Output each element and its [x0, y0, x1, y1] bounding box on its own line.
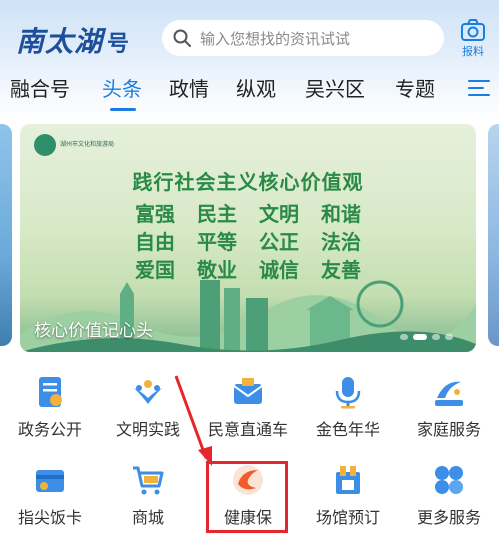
- highlight-box-annotation: [206, 461, 288, 533]
- value-word: 法治: [321, 230, 361, 254]
- active-tab-underline: [110, 108, 136, 111]
- value-word: 民主: [197, 202, 237, 226]
- service-golden-years[interactable]: 金色年华: [298, 374, 398, 440]
- value-word: 文明: [259, 202, 299, 226]
- banner-carousel[interactable]: 湖州市文化和旅游局 践行社会主义核心价值观 富强 民主 文明 和谐 自由 平等 …: [20, 124, 476, 352]
- banner-values-row-1: 富强 民主 文明 和谐: [20, 198, 476, 227]
- tab-headlines[interactable]: 头条: [102, 72, 142, 106]
- banner-org-name: 湖州市文化和旅游局: [60, 141, 115, 148]
- service-more[interactable]: 更多服务: [399, 462, 499, 528]
- search-bar[interactable]: 输入您想找的资讯试试: [162, 20, 444, 56]
- service-label: 商城: [131, 508, 164, 527]
- logo-sub-text: 号: [107, 31, 130, 57]
- value-word: 平等: [197, 230, 237, 254]
- banner-org: 湖州市文化和旅游局: [34, 134, 114, 156]
- service-venue-booking[interactable]: 场馆预订: [298, 462, 398, 528]
- service-label: 政务公开: [17, 420, 82, 439]
- shopping-cart-icon: [133, 466, 164, 495]
- carousel-dot: [400, 334, 408, 340]
- microphone-icon: [335, 377, 361, 409]
- service-label: 更多服务: [416, 508, 481, 527]
- tab-politics[interactable]: 政情: [169, 72, 209, 106]
- service-label: 家庭服务: [416, 420, 481, 439]
- more-services-icon: [435, 466, 463, 494]
- report-label: 报料: [462, 45, 484, 58]
- tab-fusion[interactable]: 融合号: [10, 72, 70, 106]
- value-word: 自由: [135, 230, 175, 254]
- tab-wuxing[interactable]: 吴兴区: [305, 72, 365, 106]
- value-word: 公正: [259, 230, 299, 254]
- envelope-icon: [233, 378, 263, 404]
- tab-overview[interactable]: 纵观: [236, 72, 276, 106]
- banner-title: 践行社会主义核心价值观: [132, 170, 364, 194]
- camera-icon: [461, 19, 485, 41]
- service-label: 指尖饭卡: [17, 508, 82, 527]
- search-placeholder: 输入您想找的资讯试试: [200, 29, 351, 48]
- next-slide-peek[interactable]: [488, 124, 499, 346]
- service-meal-card[interactable]: 指尖饭卡: [0, 462, 100, 528]
- service-label: 场馆预订: [315, 508, 380, 527]
- service-family[interactable]: 家庭服务: [399, 374, 499, 440]
- meal-card-icon: [36, 470, 64, 492]
- banner-caption: 核心价值记心头: [34, 321, 153, 341]
- carousel-dot-active: [413, 334, 427, 340]
- carousel-indicator: [400, 334, 453, 340]
- app-logo: 南太湖 号: [16, 20, 129, 58]
- service-label: 金色年华: [315, 420, 380, 439]
- government-document-icon: [39, 377, 62, 407]
- service-mall[interactable]: 商城: [98, 462, 198, 528]
- previous-slide-peek[interactable]: [0, 124, 12, 346]
- red-arrow-annotation: [174, 375, 212, 466]
- tab-special[interactable]: 专题: [395, 72, 435, 106]
- venue-booking-icon: [336, 466, 360, 494]
- banner-values-row-2: 自由 平等 公正 法治: [20, 226, 476, 255]
- value-word: 和谐: [321, 202, 361, 226]
- channel-tabs: 融合号 头条 政情 纵观 吴兴区 专题: [0, 72, 499, 112]
- logo-main-text: 南太湖: [16, 25, 104, 58]
- channel-menu-icon[interactable]: [468, 80, 490, 98]
- value-word: 富强: [135, 202, 175, 226]
- report-button[interactable]: 报料: [456, 18, 490, 60]
- service-government-affairs[interactable]: 政务公开: [0, 374, 100, 440]
- search-icon: [173, 29, 191, 47]
- carousel-dot: [445, 334, 453, 340]
- civilization-practice-icon: [134, 380, 162, 404]
- org-emblem-icon: [34, 134, 56, 156]
- family-service-icon: [435, 381, 463, 406]
- carousel-dot: [432, 334, 440, 340]
- service-label: 民意直通车: [207, 420, 288, 439]
